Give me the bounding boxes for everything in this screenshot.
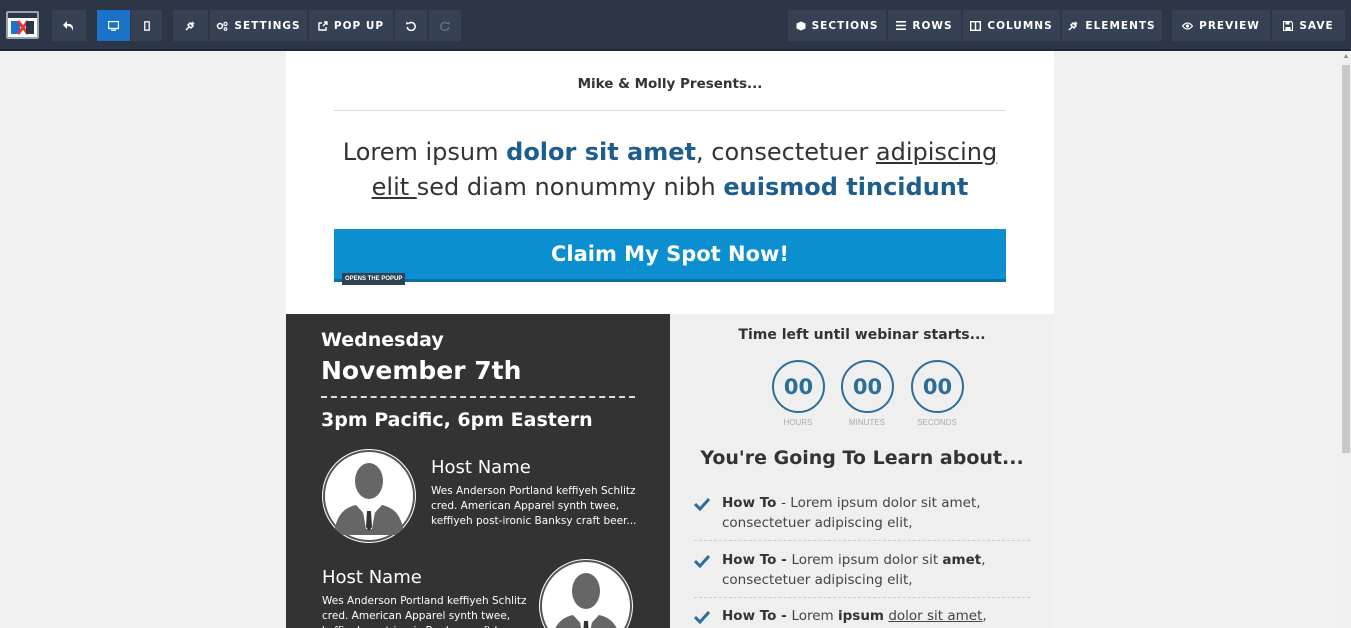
event-date[interactable]: November 7th bbox=[321, 356, 521, 385]
popup-button[interactable]: POP UP bbox=[309, 10, 394, 41]
columns-label: COLUMNS bbox=[987, 19, 1053, 32]
history-redo-button[interactable] bbox=[429, 10, 462, 41]
popup-label: POP UP bbox=[333, 19, 385, 32]
save-label: SAVE bbox=[1299, 19, 1334, 32]
divider bbox=[334, 110, 1006, 111]
hours-counter: 00 bbox=[772, 360, 825, 413]
headline-bold: euismod tincidunt bbox=[723, 173, 969, 201]
rows-label: ROWS bbox=[912, 19, 953, 32]
cube-icon bbox=[796, 21, 806, 30]
vertical-scrollbar[interactable]: ▲ bbox=[1341, 51, 1351, 628]
item-text: Lorem bbox=[791, 608, 838, 624]
item-underline: dolor sit amet bbox=[888, 608, 983, 624]
countdown-title[interactable]: Time left until webinar starts... bbox=[670, 327, 1054, 343]
event-time[interactable]: 3pm Pacific, 6pm Eastern bbox=[321, 409, 593, 431]
headline-bold: dolor sit amet bbox=[506, 138, 697, 166]
minutes-label: MINUTES bbox=[849, 418, 885, 427]
hours-label: HOURS bbox=[783, 418, 813, 427]
list-item[interactable]: How To - Lorem ipsum dolor sit amet, con… bbox=[694, 550, 1030, 598]
builder-toolbar: SETTINGS POP UP SECTIONS ROWS COLUMNS EL… bbox=[0, 0, 1351, 51]
list-item-text: How To - Lorem ipsum dolor sit amet, bbox=[722, 606, 1022, 626]
opens-popup-tag: OPENS THE POPUP bbox=[342, 273, 406, 285]
elements-button[interactable]: ELEMENTS bbox=[1062, 10, 1163, 41]
event-day[interactable]: Wednesday bbox=[321, 329, 444, 351]
headline[interactable]: Lorem ipsum dolor sit amet, consectetuer… bbox=[326, 135, 1014, 205]
host-name[interactable]: Host Name bbox=[322, 567, 422, 588]
checkmark-icon bbox=[694, 497, 710, 511]
undo-button[interactable] bbox=[52, 10, 87, 41]
undo-icon bbox=[63, 20, 74, 31]
host-avatar-icon[interactable] bbox=[322, 449, 416, 543]
rows-icon bbox=[896, 21, 907, 30]
eye-icon bbox=[1182, 21, 1194, 30]
item-bold: How To bbox=[722, 495, 782, 511]
sections-button[interactable]: SECTIONS bbox=[788, 10, 887, 41]
item-bold: ipsum bbox=[838, 608, 885, 624]
learn-heading[interactable]: You're Going To Learn about... bbox=[670, 447, 1054, 469]
scrollbar-thumb[interactable] bbox=[1342, 65, 1350, 453]
plug-icon bbox=[1068, 21, 1078, 31]
seconds-label: SECONDS bbox=[917, 418, 957, 427]
rows-button[interactable]: ROWS bbox=[888, 10, 962, 41]
claim-spot-button[interactable]: Claim My Spot Now! bbox=[334, 229, 1006, 282]
sections-label: SECTIONS bbox=[811, 19, 879, 32]
preview-button[interactable]: PREVIEW bbox=[1172, 10, 1271, 41]
host-bio[interactable]: Wes Anderson Portland keffiyeh Schlitz c… bbox=[322, 594, 532, 628]
history-undo-button[interactable] bbox=[395, 10, 428, 41]
save-button[interactable]: SAVE bbox=[1272, 10, 1346, 41]
item-bold: amet bbox=[942, 552, 982, 568]
rotate-right-icon bbox=[440, 21, 450, 31]
settings-button[interactable]: SETTINGS bbox=[210, 10, 308, 41]
preview-label: PREVIEW bbox=[1199, 19, 1260, 32]
presents-heading[interactable]: Mike & Molly Presents... bbox=[286, 76, 1054, 92]
event-details-panel: Wednesday November 7th 3pm Pacific, 6pm … bbox=[286, 314, 670, 628]
plug-icon bbox=[185, 21, 195, 31]
elements-label: ELEMENTS bbox=[1085, 19, 1156, 32]
scroll-up-arrow-icon[interactable]: ▲ bbox=[1342, 52, 1350, 62]
headline-text: sed diam nonummy nibh bbox=[416, 173, 724, 201]
host-avatar-icon[interactable] bbox=[539, 559, 633, 628]
checkmark-icon bbox=[694, 610, 710, 624]
mobile-view-button[interactable] bbox=[131, 10, 163, 41]
item-text: , bbox=[982, 608, 987, 624]
minutes-counter: 00 bbox=[841, 360, 894, 413]
page-canvas: Mike & Molly Presents... Lorem ipsum dol… bbox=[286, 51, 1054, 628]
external-link-icon bbox=[318, 20, 328, 31]
desktop-icon bbox=[108, 20, 119, 31]
item-bold: How To - bbox=[722, 552, 792, 568]
headline-text: Lorem ipsum bbox=[342, 138, 507, 166]
host-bio[interactable]: Wes Anderson Portland keffiyeh Schlitz c… bbox=[431, 484, 646, 529]
rotate-left-icon bbox=[406, 21, 416, 31]
countdown-panel: Time left until webinar starts... 00 00 … bbox=[670, 314, 1054, 628]
headline-text: , consectetuer bbox=[696, 138, 876, 166]
list-item-text: How To - Lorem ipsum dolor sit amet, con… bbox=[722, 550, 1022, 590]
list-item[interactable]: How To - Lorem ipsum dolor sit amet, con… bbox=[694, 493, 1030, 541]
gears-icon bbox=[217, 21, 229, 31]
settings-label: SETTINGS bbox=[234, 19, 301, 32]
item-bold: How To - bbox=[722, 608, 792, 624]
desktop-view-button[interactable] bbox=[97, 10, 131, 41]
floppy-icon bbox=[1283, 20, 1294, 31]
item-text: Lorem ipsum dolor sit bbox=[791, 552, 943, 568]
list-item[interactable]: How To - Lorem ipsum dolor sit amet, bbox=[694, 606, 1030, 628]
app-logo[interactable] bbox=[6, 11, 39, 39]
list-item-text: How To - Lorem ipsum dolor sit amet, con… bbox=[722, 493, 1022, 533]
mobile-icon bbox=[143, 20, 150, 31]
columns-icon bbox=[970, 20, 982, 31]
host-name[interactable]: Host Name bbox=[431, 457, 531, 478]
seconds-counter: 00 bbox=[911, 360, 964, 413]
checkmark-icon bbox=[694, 554, 710, 568]
columns-button[interactable]: COLUMNS bbox=[963, 10, 1061, 41]
plugin-button[interactable] bbox=[173, 10, 209, 41]
dashed-divider bbox=[321, 396, 635, 398]
